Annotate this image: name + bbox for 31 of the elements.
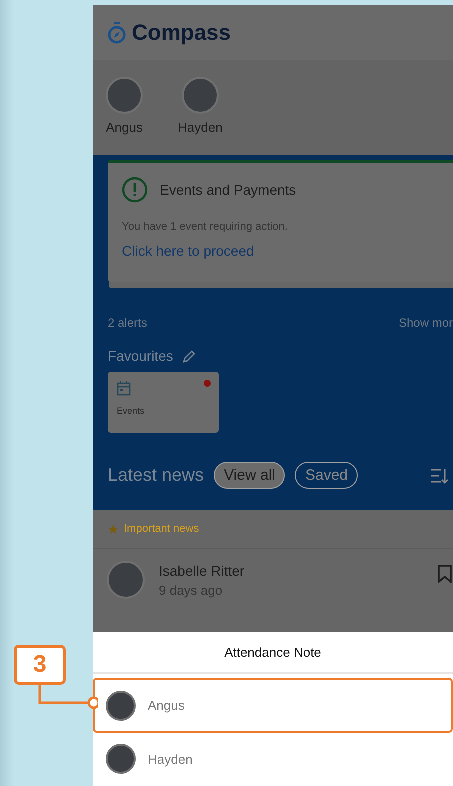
step-number: 3 xyxy=(14,645,66,685)
stopwatch-icon xyxy=(108,22,126,44)
alerts-count: 2 alerts xyxy=(108,316,148,330)
pencil-icon[interactable] xyxy=(183,350,196,362)
sort-icon[interactable] xyxy=(431,466,449,484)
show-more-link[interactable]: Show mor xyxy=(398,316,453,330)
student-option[interactable]: Hayden xyxy=(93,733,453,785)
filter-chip[interactable]: Saved xyxy=(295,462,358,489)
exclamation-icon xyxy=(122,177,148,203)
filter-chip[interactable]: View all xyxy=(214,462,286,489)
calendar-icon xyxy=(117,381,131,396)
star-icon xyxy=(108,524,119,534)
photo-placeholder xyxy=(106,744,136,774)
proceed-link[interactable]: Click here to proceed xyxy=(122,243,254,259)
favourites-title: Favourites xyxy=(108,348,174,364)
important-news-label: Important news xyxy=(124,523,200,535)
sheet-title: Attendance Note xyxy=(93,632,453,674)
student-option[interactable]: Angus xyxy=(93,678,453,733)
bookmark-icon[interactable] xyxy=(438,565,452,583)
favourite-tile[interactable]: Events xyxy=(108,372,219,433)
post-author: Isabelle Ritter xyxy=(159,562,246,578)
student-name[interactable]: Angus xyxy=(106,120,143,135)
photo-placeholder xyxy=(106,690,136,720)
photo-placeholder[interactable] xyxy=(182,77,219,114)
app-logo: Compass xyxy=(132,20,232,46)
alert-title: Events and Payments xyxy=(160,182,296,198)
photo-placeholder xyxy=(107,561,145,599)
photo-placeholder[interactable] xyxy=(106,77,143,114)
student-name[interactable]: Hayden xyxy=(178,120,223,135)
tile-label: Events xyxy=(117,406,146,416)
news-title: Latest news xyxy=(108,465,204,486)
